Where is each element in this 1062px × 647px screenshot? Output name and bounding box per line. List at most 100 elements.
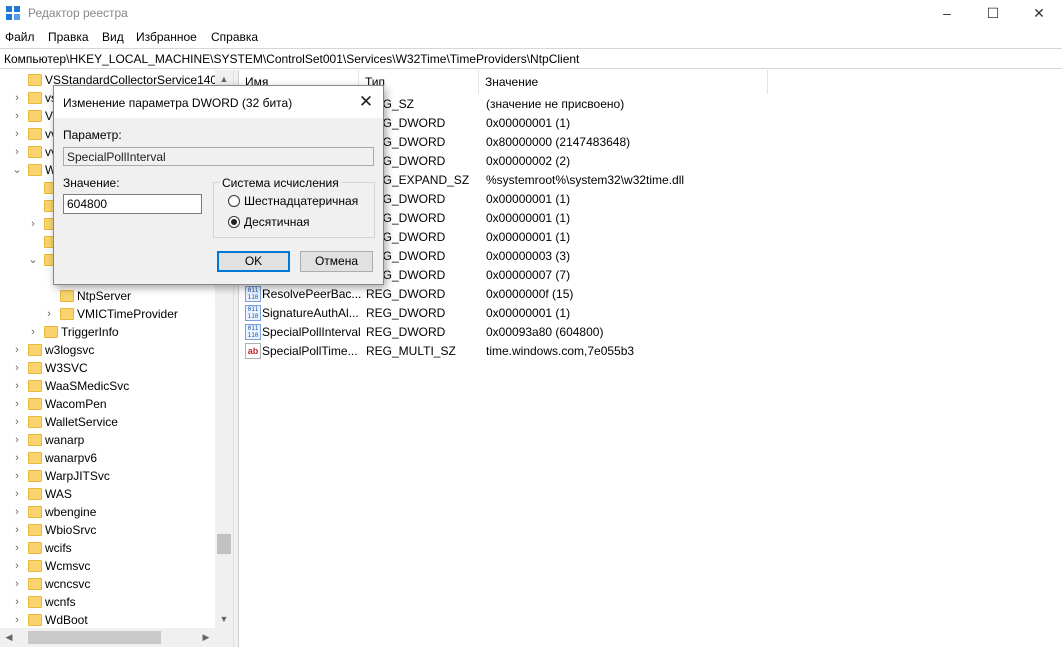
chevron-right-icon[interactable]: › xyxy=(12,89,22,107)
hex-radio[interactable] xyxy=(228,195,240,207)
cancel-button[interactable]: Отмена xyxy=(300,251,373,272)
tree-item[interactable]: › WalletService xyxy=(0,413,215,431)
tree-item-label[interactable]: WAS xyxy=(45,487,72,501)
chevron-right-icon[interactable]: › xyxy=(12,377,22,395)
folder-icon xyxy=(28,434,42,446)
tree-item[interactable]: › wbengine xyxy=(0,503,215,521)
chevron-right-icon[interactable]: › xyxy=(12,521,22,539)
chevron-right-icon[interactable]: › xyxy=(12,611,22,629)
chevron-right-icon[interactable]: › xyxy=(28,215,38,233)
chevron-right-icon[interactable]: › xyxy=(12,539,22,557)
value-row[interactable]: 011 110 SpecialPollInterval REG_DWORD 0x000… xyxy=(239,323,1062,342)
tree-item-label[interactable]: V xyxy=(45,109,53,123)
tree-item[interactable]: › w3logsvc xyxy=(0,341,215,359)
address-bar[interactable]: Компьютер\HKEY_LOCAL_MACHINE\SYSTEM\Cont… xyxy=(0,48,1062,69)
tree-horizontal-scrollbar[interactable]: ◀ ▶ xyxy=(0,628,215,647)
address-path[interactable]: Компьютер\HKEY_LOCAL_MACHINE\SYSTEM\Cont… xyxy=(4,52,579,66)
column-value[interactable]: Значение xyxy=(479,70,768,94)
tree-item-label[interactable]: w3logsvc xyxy=(45,343,94,357)
chevron-right-icon[interactable]: › xyxy=(28,323,38,341)
chevron-down-icon[interactable]: ⌄ xyxy=(12,161,22,179)
chevron-right-icon[interactable]: › xyxy=(12,467,22,485)
dec-radio-label[interactable]: Десятичная xyxy=(244,215,310,229)
tree-item[interactable]: › wanarp xyxy=(0,431,215,449)
scroll-down-icon[interactable]: ▼ xyxy=(215,610,233,628)
tree-item-label[interactable]: wcnfs xyxy=(45,595,76,609)
tree-item[interactable]: › wcifs xyxy=(0,539,215,557)
value-input[interactable]: 604800 xyxy=(63,194,202,214)
tree-item-label[interactable]: wcncsvc xyxy=(45,577,90,591)
chevron-right-icon[interactable]: › xyxy=(12,395,22,413)
tree-item[interactable]: › WAS xyxy=(0,485,215,503)
tree-item-label[interactable]: wbengine xyxy=(45,505,96,519)
value-row[interactable]: 011 110 SignatureAuthAl... REG_DWORD 0x0000… xyxy=(239,304,1062,323)
tree-item-label[interactable]: WaaSMedicSvc xyxy=(45,379,129,393)
tree-item-label[interactable]: NtpServer xyxy=(77,289,131,303)
tree-item-label[interactable]: Wcmsvc xyxy=(45,559,90,573)
close-button[interactable]: ✕ xyxy=(1016,0,1062,27)
scroll-left-icon[interactable]: ◀ xyxy=(0,628,18,647)
chevron-right-icon[interactable]: › xyxy=(12,503,22,521)
dec-radio[interactable] xyxy=(228,216,240,228)
chevron-right-icon[interactable]: › xyxy=(12,557,22,575)
ok-button[interactable]: OK xyxy=(217,251,290,272)
menu-favorites[interactable]: Избранное xyxy=(136,30,197,44)
tree-item-label[interactable]: WarpJITSvc xyxy=(45,469,110,483)
dialog-close-button[interactable]: ✕ xyxy=(352,91,380,113)
tree-item[interactable]: › Wcmsvc xyxy=(0,557,215,575)
tree-item[interactable]: › WbioSrvc xyxy=(0,521,215,539)
chevron-right-icon[interactable]: › xyxy=(12,107,22,125)
tree-item[interactable]: › TriggerInfo xyxy=(0,323,215,341)
chevron-right-icon[interactable]: › xyxy=(12,431,22,449)
tree-item-label[interactable]: WacomPen xyxy=(45,397,107,411)
tree-item[interactable]: › WacomPen xyxy=(0,395,215,413)
menu-help[interactable]: Справка xyxy=(211,30,258,44)
tree-item-label[interactable]: WalletService xyxy=(45,415,118,429)
tree-item[interactable]: › WaaSMedicSvc xyxy=(0,377,215,395)
hex-radio-label[interactable]: Шестнадцатеричная xyxy=(244,194,358,208)
value-row[interactable]: 011 110 ResolvePeerBac... REG_DWORD 0x00000… xyxy=(239,285,1062,304)
maximize-button[interactable]: ☐ xyxy=(970,0,1016,27)
scroll-right-icon[interactable]: ▶ xyxy=(197,628,215,647)
folder-icon xyxy=(44,326,58,338)
tree-item-label[interactable]: W3SVC xyxy=(45,361,88,375)
folder-icon xyxy=(28,506,42,518)
tree-item-label[interactable]: WbioSrvc xyxy=(45,523,96,537)
tree-item[interactable]: › WdBoot xyxy=(0,611,215,629)
chevron-right-icon[interactable]: › xyxy=(12,143,22,161)
tree-item[interactable]: › VMICTimeProvider xyxy=(0,305,215,323)
tree-item-label[interactable]: WdBoot xyxy=(45,613,88,627)
folder-icon xyxy=(28,74,42,86)
tree-item[interactable]: › wanarpv6 xyxy=(0,449,215,467)
chevron-right-icon[interactable]: › xyxy=(12,593,22,611)
tree-item[interactable]: NtpServer xyxy=(0,287,215,305)
menu-file[interactable]: Файл xyxy=(5,30,35,44)
tree-item-label[interactable]: TriggerInfo xyxy=(61,325,119,339)
scroll-thumb[interactable] xyxy=(217,534,231,554)
menu-edit[interactable]: Правка xyxy=(48,30,89,44)
value-data: 0x00000001 (1) xyxy=(486,211,571,225)
chevron-right-icon[interactable]: › xyxy=(12,575,22,593)
chevron-right-icon[interactable]: › xyxy=(44,305,54,323)
tree-item-label[interactable]: wanarp xyxy=(45,433,84,447)
hscroll-thumb[interactable] xyxy=(28,631,161,644)
chevron-right-icon[interactable]: › xyxy=(12,359,22,377)
value-row[interactable]: ab SpecialPollTime... REG_MULTI_SZ time.win… xyxy=(239,342,1062,361)
tree-item-label[interactable]: wcifs xyxy=(45,541,72,555)
value-name: SpecialPollInterval xyxy=(262,325,361,339)
chevron-right-icon[interactable]: › xyxy=(12,341,22,359)
chevron-right-icon[interactable]: › xyxy=(12,125,22,143)
tree-item[interactable]: › wcnfs xyxy=(0,593,215,611)
chevron-down-icon[interactable]: ⌄ xyxy=(28,251,38,269)
minimize-button[interactable]: – xyxy=(924,0,970,27)
folder-icon xyxy=(28,542,42,554)
chevron-right-icon[interactable]: › xyxy=(12,413,22,431)
tree-item-label[interactable]: wanarpv6 xyxy=(45,451,97,465)
menu-view[interactable]: Вид xyxy=(102,30,124,44)
chevron-right-icon[interactable]: › xyxy=(12,449,22,467)
chevron-right-icon[interactable]: › xyxy=(12,485,22,503)
tree-item[interactable]: › wcncsvc xyxy=(0,575,215,593)
tree-item[interactable]: › W3SVC xyxy=(0,359,215,377)
tree-item-label[interactable]: VMICTimeProvider xyxy=(77,307,178,321)
tree-item[interactable]: › WarpJITSvc xyxy=(0,467,215,485)
